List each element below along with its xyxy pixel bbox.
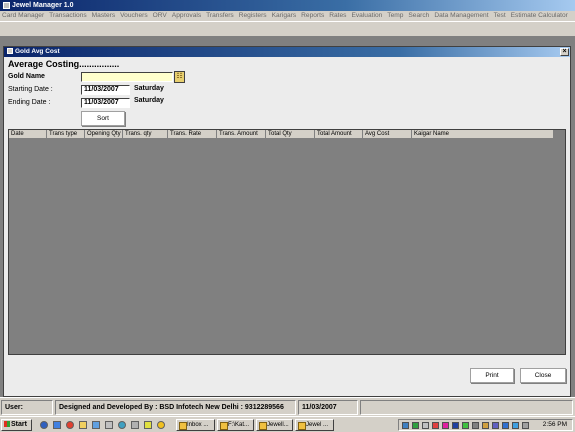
ending-date-input[interactable]: 11/03/2007 xyxy=(81,98,130,108)
windows-flag-icon xyxy=(4,421,10,428)
task-jewell[interactable]: Jewell... xyxy=(256,419,293,431)
tray-battery-icon[interactable] xyxy=(482,422,489,429)
messenger-icon[interactable] xyxy=(144,421,152,429)
menu-karigars[interactable]: Karigars xyxy=(270,11,300,21)
close-button[interactable]: Close xyxy=(520,368,566,383)
menu-rates[interactable]: Rates xyxy=(327,11,349,21)
gold-lookup-button[interactable]: ☷ xyxy=(174,71,185,83)
tray-network-icon[interactable] xyxy=(402,422,409,429)
menu-transfers[interactable]: Transfers xyxy=(204,11,237,21)
music-icon[interactable] xyxy=(131,421,139,429)
toolbar-strip xyxy=(0,21,575,37)
window-titlebar[interactable]: Gold Avg Cost × xyxy=(4,47,570,57)
status-date: 11/03/2007 xyxy=(298,400,358,415)
task-inbox[interactable]: Inbox ... xyxy=(176,419,215,431)
menu-data-management[interactable]: Data Management xyxy=(432,11,491,21)
taskbar: Start Inbox ... F:\Kat... Jewell... Jewe… xyxy=(0,416,575,432)
tray-m-icon[interactable] xyxy=(442,422,449,429)
outlook-icon[interactable] xyxy=(53,421,61,429)
tray-shield-icon[interactable] xyxy=(412,422,419,429)
menu-masters[interactable]: Masters xyxy=(90,11,118,21)
window-title: Gold Avg Cost xyxy=(15,48,60,55)
menu-search[interactable]: Search xyxy=(406,11,432,21)
menu-card-manager[interactable]: Card Manager xyxy=(0,11,47,21)
ending-date-label: Ending Date : xyxy=(8,99,51,106)
print-button[interactable]: Print xyxy=(470,368,514,383)
start-button[interactable]: Start xyxy=(1,419,32,431)
status-credit: Designed and Developed By : BSD Infotech… xyxy=(55,400,296,415)
grid-col-kaigar-name[interactable]: Kaigar Name xyxy=(412,130,554,139)
menu-bar: Card Manager Transactions Masters Vouche… xyxy=(0,11,575,21)
grid-col-total-qty[interactable]: Total Qty xyxy=(266,130,315,139)
grid-col-trans-amount[interactable]: Trans. Amount xyxy=(217,130,266,139)
grid-col-date[interactable]: Date xyxy=(9,130,47,139)
tray-blue-icon[interactable] xyxy=(452,422,459,429)
tray-misc-icon[interactable] xyxy=(492,422,499,429)
grid-col-trans-type[interactable]: Trans type xyxy=(47,130,85,139)
grid-col-trans-qty[interactable]: Trans. qty xyxy=(123,130,168,139)
tray-b-icon[interactable] xyxy=(502,422,509,429)
starting-day-label: Saturday xyxy=(134,85,164,92)
menu-evaluation[interactable]: Evaluation xyxy=(349,11,385,21)
window-close-button[interactable]: × xyxy=(560,48,569,56)
tray-messenger-icon[interactable] xyxy=(512,422,519,429)
grid-col-total-amount[interactable]: Total Amount xyxy=(315,130,363,139)
tray-antivirus-icon[interactable] xyxy=(432,422,439,429)
tray-sync-icon[interactable] xyxy=(522,422,529,429)
status-empty-panel xyxy=(360,400,573,415)
menu-transactions[interactable]: Transactions xyxy=(47,11,90,21)
search-icon[interactable] xyxy=(118,421,126,429)
menu-orv[interactable]: ORV xyxy=(151,11,170,21)
gold-avg-cost-window: Gold Avg Cost × Average Costing.........… xyxy=(3,46,571,397)
smiley-icon[interactable] xyxy=(157,421,165,429)
task-folder[interactable]: F:\Kat... xyxy=(217,419,254,431)
page-heading: Average Costing................ xyxy=(8,59,120,69)
menu-vouchers[interactable]: Vouchers xyxy=(118,11,151,21)
sort-button[interactable]: Sort xyxy=(81,111,125,126)
task-jewel[interactable]: Jewel ... xyxy=(295,419,334,431)
starting-date-label: Starting Date : xyxy=(8,86,53,93)
explorer-icon[interactable] xyxy=(92,421,100,429)
system-tray: 2:56 PM xyxy=(398,419,573,431)
taskbar-clock[interactable]: 2:56 PM xyxy=(543,420,567,430)
ie-icon[interactable] xyxy=(40,421,48,429)
start-label: Start xyxy=(11,421,27,428)
grid-header: Date Trans type Opening Qty Trans. qty T… xyxy=(9,130,554,139)
folder-icon[interactable] xyxy=(79,421,87,429)
window-icon xyxy=(7,48,13,55)
menu-reports[interactable]: Reports xyxy=(299,11,327,21)
grid-col-trans-rate[interactable]: Trans. Rate xyxy=(168,130,217,139)
status-user: User: xyxy=(1,400,53,415)
menu-test[interactable]: Test xyxy=(492,11,509,21)
gold-name-label: Gold Name xyxy=(8,73,45,80)
desktop-icon[interactable] xyxy=(105,421,113,429)
app-title: Jewel Manager 1.0 xyxy=(12,2,74,9)
media-icon[interactable] xyxy=(66,421,74,429)
menu-temp[interactable]: Temp xyxy=(385,11,406,21)
menu-approvals[interactable]: Approvals xyxy=(170,11,204,21)
starting-date-input[interactable]: 11/03/2007 xyxy=(81,85,130,95)
grid-col-avg-cost[interactable]: Avg Cost xyxy=(363,130,412,139)
gold-name-input[interactable] xyxy=(81,72,173,82)
menu-estimate-calculator[interactable]: Estimate Calculator xyxy=(509,11,571,21)
tray-app-icon[interactable] xyxy=(422,422,429,429)
menu-registers[interactable]: Registers xyxy=(237,11,270,21)
status-bar: User: Designed and Developed By : BSD In… xyxy=(0,397,575,416)
app-titlebar: Jewel Manager 1.0 xyxy=(0,0,575,11)
grid-col-opening-qty[interactable]: Opening Qty xyxy=(85,130,123,139)
results-grid[interactable]: Date Trans type Opening Qty Trans. qty T… xyxy=(8,129,566,355)
ending-day-label: Saturday xyxy=(134,97,164,104)
app-icon xyxy=(3,1,10,9)
tray-green-icon[interactable] xyxy=(462,422,469,429)
tray-volume-icon[interactable] xyxy=(472,422,479,429)
